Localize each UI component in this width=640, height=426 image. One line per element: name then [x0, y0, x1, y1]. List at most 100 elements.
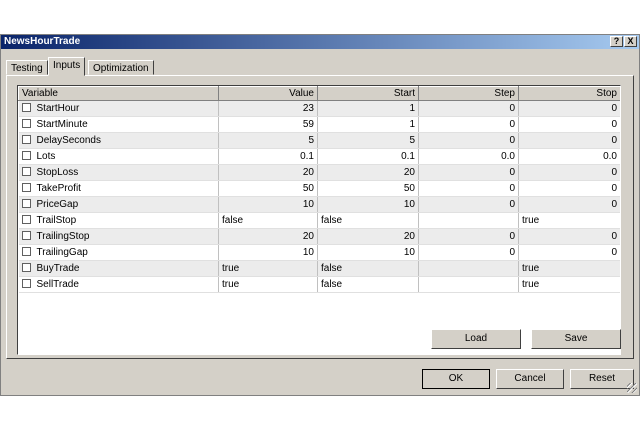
ok-button[interactable]: OK: [422, 369, 490, 389]
variable-name: BuyTrade: [36, 263, 80, 274]
stop-cell[interactable]: true: [518, 212, 620, 229]
cancel-button[interactable]: Cancel: [496, 369, 564, 389]
optimize-checkbox[interactable]: [21, 119, 31, 128]
start-cell[interactable]: 50: [317, 180, 419, 197]
stop-cell[interactable]: true: [518, 276, 620, 293]
value-cell[interactable]: 5: [218, 132, 318, 149]
value-cell[interactable]: 20: [218, 164, 318, 181]
table-header-row: Variable Value Start Step Stop: [18, 86, 620, 101]
start-cell[interactable]: 20: [317, 164, 419, 181]
step-cell[interactable]: 0: [418, 228, 519, 245]
value-cell[interactable]: 23: [218, 100, 318, 117]
variable-cell: TrailingGap: [18, 244, 219, 261]
variable-name: Lots: [36, 151, 56, 162]
optimize-checkbox[interactable]: [21, 183, 31, 192]
load-button[interactable]: Load: [431, 329, 521, 349]
table-row: TakeProfit 50 50 0 0: [18, 180, 620, 197]
stop-cell[interactable]: true: [518, 260, 620, 277]
value-cell[interactable]: true: [218, 260, 318, 277]
stop-cell[interactable]: 0: [518, 244, 620, 261]
help-button[interactable]: ?: [610, 36, 623, 47]
value-cell[interactable]: 59: [218, 116, 318, 133]
stop-cell[interactable]: 0: [518, 132, 620, 149]
optimize-checkbox[interactable]: [21, 263, 31, 272]
variable-name: SellTrade: [36, 279, 79, 290]
save-button[interactable]: Save: [531, 329, 621, 349]
start-cell[interactable]: 0.1: [317, 148, 419, 165]
step-cell[interactable]: [418, 260, 519, 277]
value-cell[interactable]: false: [218, 212, 318, 229]
step-cell[interactable]: 0.0: [418, 148, 519, 165]
table-row: BuyTrade true false true: [18, 260, 620, 277]
header-value[interactable]: Value: [218, 86, 318, 101]
step-cell[interactable]: 0: [418, 244, 519, 261]
stop-cell[interactable]: 0.0: [518, 148, 620, 165]
value-cell[interactable]: 20: [218, 228, 318, 245]
step-cell[interactable]: 0: [418, 164, 519, 181]
variable-cell: BuyTrade: [18, 260, 219, 277]
header-step[interactable]: Step: [418, 86, 519, 101]
tab-inputs[interactable]: Inputs: [48, 57, 86, 76]
start-cell[interactable]: 10: [317, 196, 419, 213]
header-variable[interactable]: Variable: [18, 86, 219, 101]
start-cell[interactable]: false: [317, 260, 419, 277]
variable-name: TrailingGap: [36, 247, 88, 258]
step-cell[interactable]: 0: [418, 196, 519, 213]
expert-properties-window: NewsHourTrade ? X Testing Inputs Optimiz…: [0, 34, 640, 396]
start-cell[interactable]: 1: [317, 116, 419, 133]
optimize-checkbox[interactable]: [21, 103, 31, 112]
variable-cell: DelaySeconds: [18, 132, 219, 149]
value-cell[interactable]: 10: [218, 244, 318, 261]
table-row: TrailingGap 10 10 0 0: [18, 244, 620, 261]
stop-cell[interactable]: 0: [518, 164, 620, 181]
variable-cell: PriceGap: [18, 196, 219, 213]
value-cell[interactable]: 10: [218, 196, 318, 213]
header-stop[interactable]: Stop: [518, 86, 620, 101]
step-cell[interactable]: [418, 212, 519, 229]
step-cell[interactable]: 0: [418, 100, 519, 117]
start-cell[interactable]: 10: [317, 244, 419, 261]
tab-testing[interactable]: Testing: [6, 60, 48, 75]
start-cell[interactable]: false: [317, 212, 419, 229]
optimize-checkbox[interactable]: [21, 151, 31, 160]
step-cell[interactable]: 0: [418, 180, 519, 197]
value-cell[interactable]: 50: [218, 180, 318, 197]
close-button[interactable]: X: [624, 36, 637, 47]
header-start[interactable]: Start: [317, 86, 419, 101]
variable-cell: StopLoss: [18, 164, 219, 181]
start-cell[interactable]: 1: [317, 100, 419, 117]
optimize-checkbox[interactable]: [21, 199, 31, 208]
step-cell[interactable]: 0: [418, 116, 519, 133]
stop-cell[interactable]: 0: [518, 180, 620, 197]
variable-cell: SellTrade: [18, 276, 219, 293]
stop-cell[interactable]: 0: [518, 116, 620, 133]
step-cell[interactable]: [418, 276, 519, 293]
variable-cell: StartHour: [18, 100, 219, 117]
start-cell[interactable]: 5: [317, 132, 419, 149]
tab-optimization[interactable]: Optimization: [88, 60, 154, 75]
optimize-checkbox[interactable]: [21, 215, 31, 224]
variable-cell: TrailingStop: [18, 228, 219, 245]
variable-name: PriceGap: [36, 199, 79, 210]
table-row: StartMinute 59 1 0 0: [18, 116, 620, 133]
value-cell[interactable]: 0.1: [218, 148, 318, 165]
reset-button[interactable]: Reset: [570, 369, 634, 389]
optimize-checkbox[interactable]: [21, 231, 31, 240]
title-bar[interactable]: NewsHourTrade ? X: [1, 35, 639, 49]
optimize-checkbox[interactable]: [21, 247, 31, 256]
optimize-checkbox[interactable]: [21, 279, 31, 288]
variable-name: TakeProfit: [36, 183, 81, 194]
optimize-checkbox[interactable]: [21, 167, 31, 176]
start-cell[interactable]: false: [317, 276, 419, 293]
optimize-checkbox[interactable]: [21, 135, 31, 144]
stop-cell[interactable]: 0: [518, 100, 620, 117]
value-cell[interactable]: true: [218, 276, 318, 293]
inputs-grid[interactable]: Variable Value Start Step Stop StartHour…: [17, 85, 621, 355]
resize-grip-icon[interactable]: [627, 383, 637, 393]
stop-cell[interactable]: 0: [518, 196, 620, 213]
stop-cell[interactable]: 0: [518, 228, 620, 245]
table-row: SellTrade true false true: [18, 276, 620, 293]
start-cell[interactable]: 20: [317, 228, 419, 245]
variable-name: StartHour: [36, 103, 80, 114]
step-cell[interactable]: 0: [418, 132, 519, 149]
